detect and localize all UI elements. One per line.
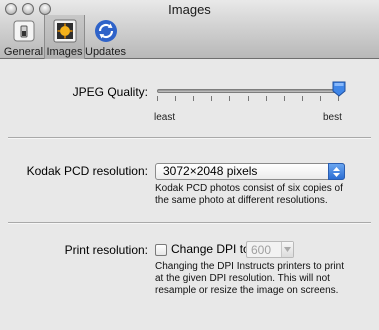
preferences-pane: JPEG Quality: least best Kodak PCD resol… — [0, 60, 379, 330]
slider-tick — [211, 96, 212, 101]
print-help-line-2: at the given DPI resolution. This will n… — [155, 273, 330, 284]
slider-tick — [248, 96, 249, 101]
sync-icon — [94, 20, 117, 42]
tab-images[interactable]: Images — [44, 15, 85, 59]
change-dpi-checkbox[interactable] — [155, 244, 167, 256]
jpeg-quality-label: JPEG Quality: — [72, 85, 148, 99]
kodak-pcd-label: Kodak PCD resolution: — [26, 164, 148, 178]
preference-tabs: General Images Updates — [3, 15, 126, 59]
slider-tick — [157, 96, 158, 101]
kodak-resolution-value: 3072×2048 pixels — [163, 164, 258, 178]
slider-tick — [284, 96, 285, 101]
separator — [8, 137, 371, 139]
change-dpi-label[interactable]: Change DPI to — [171, 242, 250, 256]
window-toolbar: Images General Images Updates — [0, 0, 379, 59]
dpi-value: 600 — [251, 243, 272, 257]
print-resolution-label: Print resolution: — [64, 243, 148, 257]
kodak-help-line-1: Kodak PCD photos consist of six copies o… — [155, 183, 343, 194]
jpeg-quality-slider-track[interactable] — [157, 89, 339, 93]
jpeg-quality-ticks — [157, 96, 339, 102]
tab-images-label: Images — [46, 46, 83, 58]
slider-tick — [229, 96, 230, 101]
kodak-resolution-popup[interactable]: 3072×2048 pixels — [155, 163, 345, 180]
separator — [8, 222, 371, 224]
slider-tick — [266, 96, 267, 101]
slider-tick — [320, 96, 321, 101]
slider-tick — [175, 96, 176, 101]
print-help-line-1: Changing the DPI Instructs printers to p… — [155, 261, 344, 272]
dpi-combo-box[interactable]: 600 — [246, 241, 294, 258]
tab-updates-label: Updates — [85, 46, 126, 58]
slider-tick — [193, 96, 194, 101]
slider-min-label: least — [154, 112, 176, 123]
photo-icon — [53, 19, 76, 43]
tab-updates[interactable]: Updates — [85, 15, 126, 59]
switch-icon — [13, 20, 34, 42]
popup-arrows-icon — [328, 163, 345, 180]
tab-general-label: General — [3, 46, 44, 58]
jpeg-quality-slider-thumb[interactable] — [332, 81, 346, 97]
tab-general[interactable]: General — [3, 15, 44, 59]
slider-max-label: best — [323, 112, 342, 123]
kodak-help-line-2: the same photo at different resolutions. — [155, 195, 328, 206]
print-help-line-3: resample or resize the image on screens. — [155, 285, 339, 296]
slider-tick — [302, 96, 303, 101]
chevron-down-icon — [281, 242, 293, 257]
